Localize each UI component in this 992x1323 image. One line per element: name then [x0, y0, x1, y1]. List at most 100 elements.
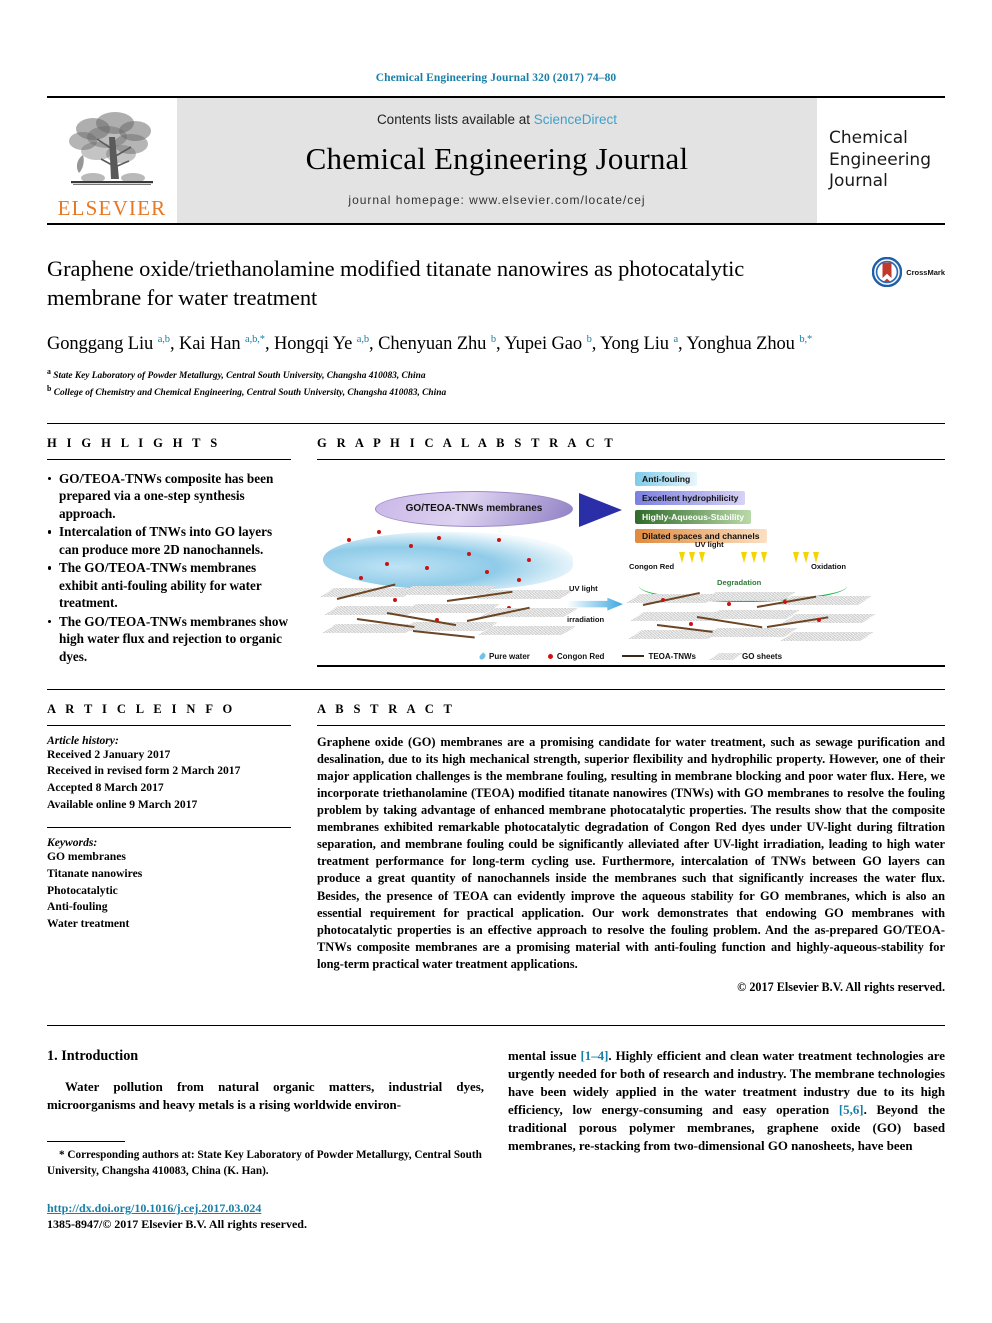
- property-badge-hydrophilicity: Excellent hydrophilicity: [635, 490, 746, 505]
- doi-link[interactable]: http://dx.doi.org/10.1016/j.cej.2017.03.…: [47, 1201, 484, 1216]
- uv-light-label: UV light: [695, 539, 724, 549]
- keyword-item: Water treatment: [47, 917, 130, 931]
- graphical-abstract-divider-top: [317, 458, 945, 460]
- membrane-label-text: GO/TEOA-TNWs membranes: [405, 503, 543, 515]
- uv-bolt-icon: [761, 551, 767, 563]
- abstract-copyright: © 2017 Elsevier B.V. All rights reserved…: [737, 980, 945, 995]
- contents-prefix: Contents lists available at: [376, 112, 534, 127]
- uv-bolt-icon: [793, 551, 799, 563]
- dye-particle: [393, 597, 397, 602]
- dye-particle: [497, 537, 501, 542]
- elsevier-wordmark: ELSEVIER: [57, 196, 167, 220]
- legend-label: GO sheets: [742, 651, 783, 661]
- article-body: 1. Introduction Water pollution from nat…: [47, 1025, 945, 1232]
- title-block: Graphene oxide/triethanolamine modified …: [47, 255, 945, 401]
- journal-homepage-line[interactable]: journal homepage: www.elsevier.com/locat…: [348, 193, 645, 207]
- masthead-divider: [47, 223, 945, 225]
- dye-particle: [817, 617, 821, 622]
- highlights-divider: [47, 458, 291, 460]
- go-sheet: [401, 603, 501, 613]
- figure-legend: Pure water Congon Red TEOA-TNWs GO sheet…: [317, 652, 945, 661]
- body-column-left: 1. Introduction Water pollution from nat…: [47, 1048, 484, 1232]
- body-column-right: mental issue [1–4]. Highly efficient and…: [508, 1048, 945, 1232]
- uv-bolt-icon: [689, 551, 695, 563]
- go-sheet: [703, 627, 799, 637]
- uv-bolt-icon: [741, 551, 747, 563]
- journal-banner: Contents lists available at ScienceDirec…: [177, 98, 817, 223]
- footnote-divider: [47, 1140, 125, 1142]
- uv-bolt-icon: [803, 551, 809, 563]
- doi-block: http://dx.doi.org/10.1016/j.cej.2017.03.…: [47, 1201, 484, 1232]
- abstract-divider: [317, 724, 945, 726]
- legend-label: Congon Red: [556, 651, 605, 661]
- dye-particle: [727, 601, 731, 606]
- red-dot-icon: [547, 653, 553, 659]
- uv-irradiation-label-line1: UV light: [569, 583, 598, 593]
- affiliation-a-text: State Key Laboratory of Powder Metallurg…: [53, 371, 426, 382]
- sciencedirect-link[interactable]: ScienceDirect: [534, 112, 617, 127]
- brown-line-icon: [622, 655, 645, 658]
- dye-particle: [783, 599, 787, 604]
- journal-cover-line-2: Engineering: [829, 149, 931, 170]
- keyword-item: GO membranes: [47, 850, 126, 864]
- go-sheet: [705, 609, 801, 619]
- dye-particle: [527, 557, 531, 562]
- water-drop-icon: [478, 651, 487, 661]
- graphical-abstract-divider-bottom: [317, 664, 945, 667]
- intro-text-1: mental issue: [508, 1049, 581, 1064]
- article-history-item: Available online 9 March 2017: [47, 797, 198, 811]
- property-badge-aqueous-stability: Highly-Aqueous-Stability: [635, 509, 752, 524]
- highlights-heading: H I G H L I G H T S: [47, 435, 221, 450]
- introduction-paragraph-left: Water pollution from natural organic mat…: [47, 1080, 484, 1113]
- list-item: The GO/TEOA-TNWs membranes exhibit anti-…: [47, 559, 291, 612]
- graphical-abstract-figure: GO/TEOA-TNWs membranes Anti-fouling Exce…: [317, 465, 945, 663]
- abstract-column: A B S T R A C T Graphene oxide (GO) memb…: [309, 702, 945, 996]
- citation-link[interactable]: [5,6]: [839, 1103, 864, 1117]
- journal-title: Chemical Engineering Journal: [305, 141, 689, 176]
- article-history-item: Received in revised form 2 March 2017: [47, 764, 241, 778]
- article-info-column: A R T I C L E I N F O Article history: R…: [47, 702, 309, 996]
- article-history-item: Accepted 8 March 2017: [47, 780, 164, 794]
- legend-label: Pure water: [488, 651, 530, 661]
- list-item: The GO/TEOA-TNWs membranes show high wat…: [47, 613, 291, 666]
- introduction-heading: 1. Introduction: [47, 1048, 139, 1065]
- keywords-label: Keywords:: [47, 836, 98, 850]
- keyword-item: Photocatalytic: [47, 883, 118, 897]
- uv-bolt-icon: [751, 551, 757, 563]
- crossmark-badge[interactable]: CrossMark: [872, 257, 945, 287]
- article-history-item: Received 2 January 2017: [47, 747, 171, 761]
- dye-particle: [425, 565, 429, 570]
- highlights-column: H I G H L I G H T S GO/TEOA-TNWs composi…: [47, 436, 309, 667]
- crossmark-icon: [872, 257, 903, 287]
- affiliation-b-text: College of Chemistry and Chemical Engine…: [53, 388, 447, 399]
- go-sheet: [477, 625, 577, 635]
- list-item: GO/TEOA-TNWs composite has been prepared…: [47, 470, 291, 523]
- article-history-label: Article history:: [47, 733, 119, 747]
- journal-cover-title: Chemical Engineering Journal: [817, 98, 945, 223]
- affiliation-b: b College of Chemistry and Chemical Engi…: [47, 384, 447, 399]
- transition-arrow-icon: [579, 492, 622, 527]
- legend-congon-red: Congon Red: [547, 651, 605, 661]
- dye-particle: [377, 529, 381, 534]
- crossmark-label: CrossMark: [906, 267, 945, 277]
- journal-cover-line-1: Chemical: [829, 127, 908, 148]
- corresponding-text: Corresponding authors at: State Key Labo…: [47, 1148, 482, 1177]
- abstract-heading: A B S T R A C T: [317, 701, 456, 716]
- contents-list-line: Contents lists available at ScienceDirec…: [377, 112, 617, 127]
- dye-particle: [467, 551, 471, 556]
- corresponding-author-note: * Corresponding authors at: State Key La…: [47, 1148, 484, 1179]
- membrane-label-ellipse: GO/TEOA-TNWs membranes: [375, 490, 573, 527]
- uv-bolt-icon: [813, 551, 819, 563]
- keywords-block: Keywords: GO membranes Titanate nanowire…: [47, 836, 291, 932]
- affiliation-list: a State Key Laboratory of Powder Metallu…: [47, 366, 945, 400]
- issn-copyright-line: 1385-8947/© 2017 Elsevier B.V. All right…: [47, 1217, 307, 1232]
- elsevier-tree-icon: [69, 112, 153, 185]
- go-sheet: [701, 591, 797, 601]
- keyword-item: Anti-fouling: [47, 900, 108, 914]
- affiliation-a: a State Key Laboratory of Powder Metallu…: [47, 367, 426, 382]
- keyword-item: Titanate nanowires: [47, 867, 143, 881]
- journal-cover-line-3: Journal: [829, 171, 888, 192]
- citation-link[interactable]: [1–4]: [580, 1049, 608, 1063]
- uv-bolt-icon: [679, 551, 685, 563]
- dye-particle: [485, 569, 489, 574]
